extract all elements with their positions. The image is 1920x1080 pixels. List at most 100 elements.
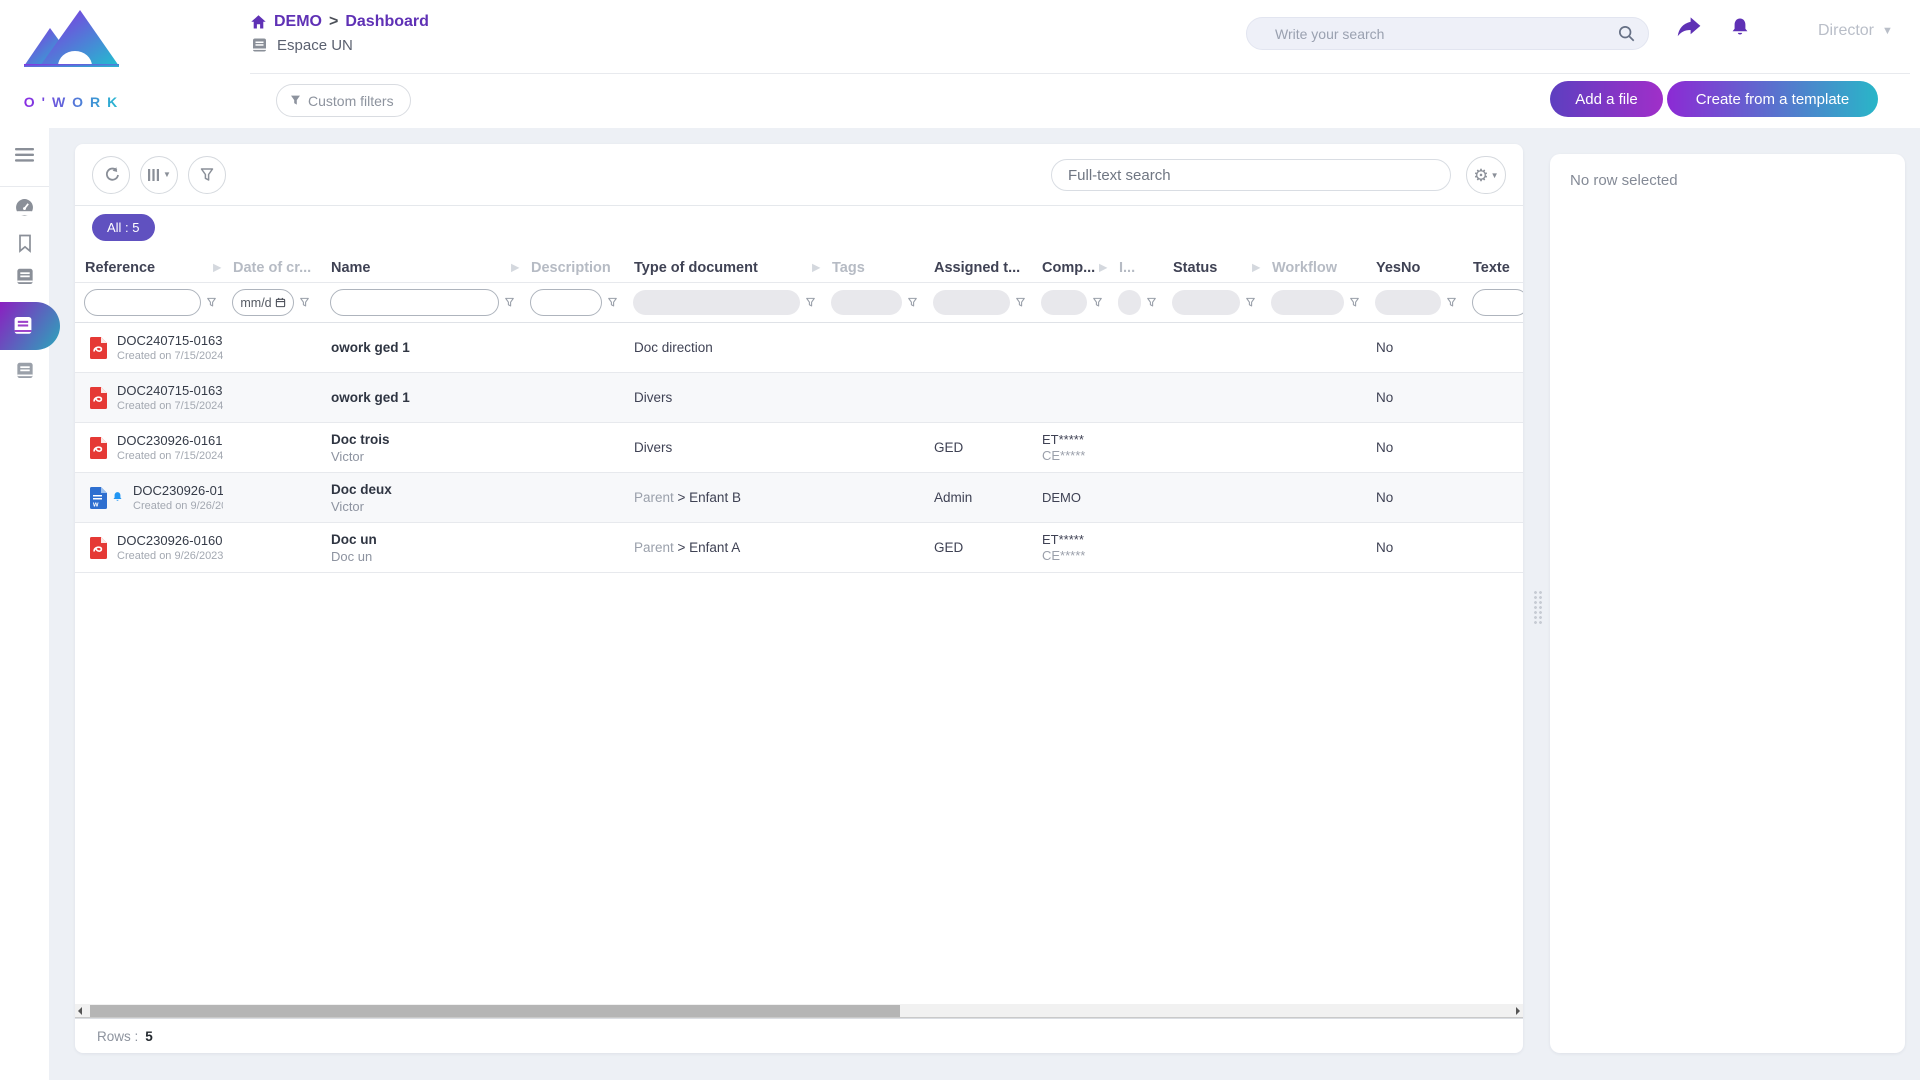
logo-wordmark: O'WORK: [24, 94, 125, 110]
funnel-icon[interactable]: [1446, 297, 1457, 308]
breadcrumb-root[interactable]: DEMO: [274, 13, 322, 31]
col-date-of-creation[interactable]: Date of cr...: [223, 260, 321, 276]
funnel-icon[interactable]: [907, 297, 918, 308]
create-from-template-button[interactable]: Create from a template: [1667, 81, 1878, 117]
col-comp[interactable]: Comp...▶: [1032, 260, 1109, 276]
filter-description-input[interactable]: [530, 289, 602, 316]
funnel-icon[interactable]: [1092, 297, 1103, 308]
document-name: Doc deux: [331, 482, 521, 497]
refresh-button[interactable]: [92, 156, 130, 194]
table-footer: Rows : 5: [75, 1018, 1523, 1053]
funnel-icon[interactable]: [206, 297, 217, 308]
sidebar-divider: [0, 186, 49, 187]
col-yesno[interactable]: YesNo: [1366, 260, 1463, 276]
fulltext-search-input[interactable]: [1068, 167, 1434, 184]
expand-column-icon[interactable]: ▶: [1252, 262, 1260, 273]
comp-line1: ET*****: [1042, 432, 1109, 447]
panel-resize-handle[interactable]: [1533, 590, 1543, 624]
table-settings-button[interactable]: ⚙ ▼: [1466, 156, 1506, 194]
filter-comp-disabled: [1041, 290, 1087, 315]
type-prefix: Parent: [634, 490, 678, 505]
col-tags[interactable]: Tags: [822, 260, 924, 276]
funnel-icon[interactable]: [1349, 297, 1360, 308]
table-row[interactable]: DOC240715-01636-0Created on 7/15/2024 2:…: [75, 323, 1523, 373]
funnel-icon[interactable]: [805, 297, 816, 308]
expand-column-icon[interactable]: ▶: [213, 262, 221, 273]
scroll-left-icon[interactable]: [78, 1007, 82, 1015]
col-texte[interactable]: Texte: [1463, 260, 1523, 276]
custom-filters-button[interactable]: Custom filters: [276, 84, 411, 117]
filter-button[interactable]: [188, 156, 226, 194]
filter-date-input[interactable]: mm/d: [232, 289, 294, 316]
document-name: Doc trois: [331, 432, 521, 447]
expand-column-icon[interactable]: ▶: [1099, 262, 1107, 273]
col-assigned-to[interactable]: Assigned t...: [924, 260, 1032, 276]
funnel-icon[interactable]: [1146, 297, 1157, 308]
mountain-logo-icon: [18, 8, 130, 92]
col-status[interactable]: Status▶: [1163, 260, 1262, 276]
calendar-icon[interactable]: [275, 297, 286, 308]
col-workflow[interactable]: Workflow: [1262, 260, 1366, 276]
funnel-icon[interactable]: [1015, 297, 1026, 308]
document-reference: DOC230926-01609-0: [133, 483, 223, 498]
col-i[interactable]: I...: [1109, 260, 1163, 276]
search-icon[interactable]: [1617, 24, 1636, 43]
menu-icon[interactable]: [0, 138, 49, 172]
funnel-icon[interactable]: [1245, 297, 1256, 308]
breadcrumb-current[interactable]: Dashboard: [345, 13, 429, 31]
breadcrumb: DEMO > Dashboard: [250, 13, 429, 31]
funnel-icon[interactable]: [504, 297, 515, 308]
filter-name-input[interactable]: [330, 289, 499, 316]
scroll-right-icon[interactable]: [1516, 1007, 1520, 1015]
col-reference[interactable]: Reference▶: [75, 260, 223, 276]
filter-texte-input[interactable]: [1472, 289, 1523, 316]
app-logo[interactable]: O'WORK: [18, 8, 130, 112]
filter-assigned-disabled: [933, 290, 1010, 315]
table-row[interactable]: DOC230926-01608-0Created on 9/26/2023 3:…: [75, 523, 1523, 573]
type-main: Doc direction: [634, 340, 713, 355]
document-reference: DOC230926-01610-3: [117, 433, 223, 448]
expand-column-icon[interactable]: ▶: [511, 262, 519, 273]
scrollbar-thumb[interactable]: [90, 1005, 900, 1017]
sidebar-item-bookmarks[interactable]: [0, 226, 49, 260]
table-row[interactable]: wDOC230926-01609-0Created on 9/26/2023 3…: [75, 473, 1523, 523]
filter-yesno-disabled: [1375, 290, 1441, 315]
filter-reference-input[interactable]: [84, 289, 201, 316]
documents-table: Reference▶ Date of cr... Name▶ Descripti…: [75, 253, 1523, 573]
assigned-to: Admin: [924, 490, 1032, 505]
global-search-input[interactable]: [1275, 26, 1617, 42]
filter-funnel-icon: [289, 94, 302, 107]
sidebar-item-documents-active[interactable]: [0, 302, 60, 350]
chevron-down-icon: ▼: [1882, 25, 1893, 37]
horizontal-scrollbar[interactable]: [75, 1004, 1523, 1018]
comp-line1: DEMO: [1042, 490, 1109, 505]
all-count-badge[interactable]: All : 5: [92, 214, 155, 241]
global-search[interactable]: [1246, 17, 1649, 50]
table-toolbar: ▼ ⚙ ▼: [75, 144, 1523, 206]
funnel-icon[interactable]: [607, 297, 618, 308]
sidebar-item-dashboard[interactable]: [0, 190, 49, 224]
funnel-icon[interactable]: [299, 297, 310, 308]
notes-icon: [16, 361, 34, 381]
col-name[interactable]: Name▶: [321, 260, 521, 276]
add-file-button[interactable]: Add a file: [1550, 81, 1663, 117]
comp-line2: CE*****: [1042, 448, 1109, 463]
sidebar-item-notes[interactable]: [0, 354, 49, 388]
table-row[interactable]: DOC230926-01610-3Created on 7/15/2024 2:…: [75, 423, 1523, 473]
expand-column-icon[interactable]: ▶: [812, 262, 820, 273]
user-role-dropdown[interactable]: Director ▼: [1818, 22, 1893, 40]
type-main: > Enfant B: [678, 490, 741, 505]
columns-button[interactable]: ▼: [140, 156, 178, 194]
fulltext-search[interactable]: [1051, 159, 1451, 191]
notifications-bell-icon[interactable]: [1728, 16, 1752, 41]
sidebar-item-library[interactable]: [0, 260, 49, 294]
document-subname: Victor: [331, 449, 521, 464]
table-row[interactable]: DOC240715-01630-0Created on 7/15/2024 2:…: [75, 373, 1523, 423]
document-created: Created on 7/15/2024 2:55:38 AM: [117, 350, 223, 362]
library-icon: [16, 267, 34, 287]
home-icon[interactable]: [250, 14, 267, 30]
col-type-of-document[interactable]: Type of document▶: [624, 260, 822, 276]
share-icon[interactable]: [1676, 16, 1702, 40]
table-header-row: Reference▶ Date of cr... Name▶ Descripti…: [75, 253, 1523, 282]
col-description[interactable]: Description: [521, 260, 624, 276]
